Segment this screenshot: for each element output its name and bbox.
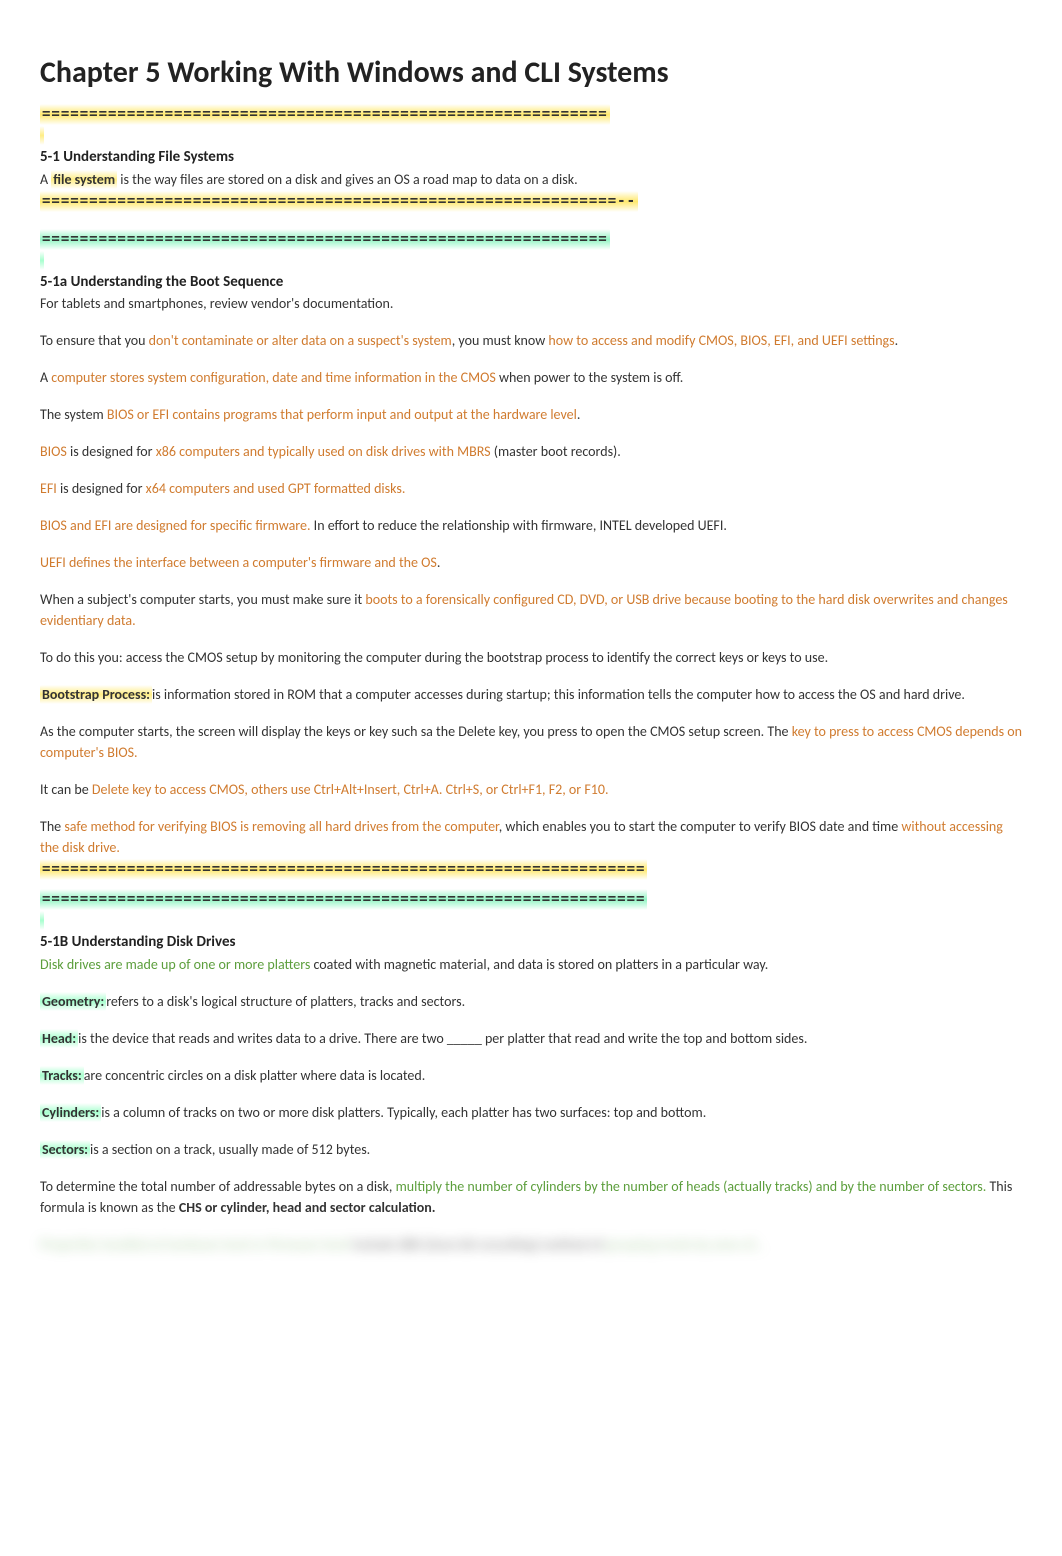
body-text: A file system is the way files are store…: [40, 169, 1022, 190]
body-text: When a subject's computer starts, you mu…: [40, 589, 1022, 631]
section-heading: 5-1B Understanding Disk Drives: [40, 933, 235, 951]
body-text: BIOS and EFI are designed for specific f…: [40, 515, 1022, 536]
body-text: Geometry:refers to a disk's logical stru…: [40, 991, 1022, 1012]
divider: ========================================…: [40, 228, 1022, 250]
body-text: Cylinders:is a column of tracks on two o…: [40, 1102, 1022, 1123]
body-text: Disk drives are made up of one or more p…: [40, 954, 1022, 975]
body-text: To do this you: access the CMOS setup by…: [40, 647, 1022, 668]
divider: ========================================…: [40, 888, 1022, 910]
page-title: Chapter 5 Working With Windows and CLI S…: [40, 50, 1022, 95]
section-heading: 5-1 Understanding File Systems: [40, 148, 234, 166]
divider: ========================================…: [40, 858, 1022, 880]
body-text: A computer stores system configuration, …: [40, 367, 1022, 388]
body-text: EFI is designed for x64 computers and us…: [40, 478, 1022, 499]
body-text: As the computer starts, the screen will …: [40, 721, 1022, 763]
body-text: Bootstrap Process:is information stored …: [40, 684, 1022, 705]
body-text: BIOS is designed for x86 computers and t…: [40, 441, 1022, 462]
body-text: Sectors:is a section on a track, usually…: [40, 1139, 1022, 1160]
section-1b-heading-line: [40, 910, 1022, 931]
body-text: The safe method for verifying BIOS is re…: [40, 816, 1022, 858]
body-text: It can be Delete key to access CMOS, oth…: [40, 779, 1022, 800]
section-1-heading-line: [40, 125, 1022, 146]
blurred-preview: Properties handled at hardware level or …: [40, 1234, 1022, 1255]
body-text: To ensure that you don't contaminate or …: [40, 330, 1022, 351]
body-text: Head:is the device that reads and writes…: [40, 1028, 1022, 1049]
body-text: For tablets and smartphones, review vend…: [40, 293, 1022, 314]
divider: ========================================…: [40, 103, 1022, 125]
body-text: The system BIOS or EFI contains programs…: [40, 404, 1022, 425]
section-1a-heading-line: [40, 250, 1022, 271]
section-heading: 5-1a Understanding the Boot Sequence: [40, 273, 283, 291]
divider: ========================================…: [40, 190, 1022, 212]
body-text: UEFI defines the interface between a com…: [40, 552, 1022, 573]
body-text: To determine the total number of address…: [40, 1176, 1022, 1218]
body-text: Tracks:are concentric circles on a disk …: [40, 1065, 1022, 1086]
